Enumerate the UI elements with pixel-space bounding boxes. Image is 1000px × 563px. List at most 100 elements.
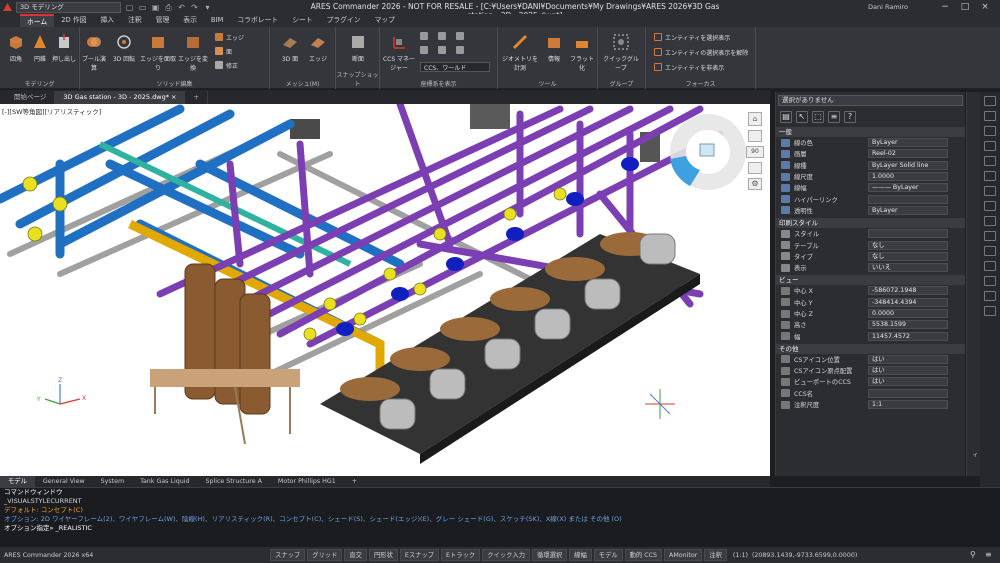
property-row[interactable]: CSアイコン原点配置 はい [776, 365, 965, 376]
panel-icon-7[interactable] [984, 186, 996, 196]
ccs-tool-4[interactable] [420, 45, 431, 55]
property-row[interactable]: 表示 いいえ [776, 262, 965, 273]
save-icon[interactable]: ▣ [151, 3, 160, 12]
property-row[interactable]: 線の色 ByLayer [776, 137, 965, 148]
property-row[interactable]: スタイル [776, 228, 965, 239]
section-button[interactable]: 断面 [344, 33, 372, 63]
property-row[interactable]: 透明性 ByLayer [776, 205, 965, 216]
new-tab-button[interactable]: + [185, 91, 208, 104]
mesh-edge-button[interactable]: エッジ [304, 33, 332, 63]
property-row[interactable]: ビューポートのCCS はい [776, 376, 965, 387]
ares-logo-icon[interactable] [0, 0, 14, 14]
status-toggle-button[interactable]: クイック入力 [482, 549, 530, 561]
property-value[interactable]: 1.0000 [868, 172, 948, 182]
add-layout-button[interactable]: + [344, 476, 365, 487]
zoom-value[interactable]: 90 [746, 146, 764, 158]
property-row[interactable]: タイプ なし [776, 251, 965, 262]
ccs-tool-5[interactable] [438, 45, 449, 55]
minimize-button[interactable]: − [938, 1, 952, 13]
3d-face-button[interactable]: 3D 面 [276, 33, 304, 63]
face-button[interactable]: 面 [215, 46, 232, 56]
property-row[interactable]: 幅 11457.4572 [776, 330, 965, 341]
show-selected-button[interactable]: エンティティを選択表示 [654, 32, 730, 42]
panel-icon-6[interactable] [984, 171, 996, 181]
close-tab-icon[interactable]: × [171, 93, 176, 101]
tab-sheet[interactable]: シート [285, 14, 319, 27]
property-row[interactable]: 中心 X -586072.1948 [776, 285, 965, 296]
property-value[interactable]: -586072.1948 [868, 286, 948, 296]
property-value[interactable]: Reel-02 [868, 149, 948, 159]
property-value[interactable]: なし [868, 240, 948, 250]
tab-bim[interactable]: BIM [204, 14, 231, 27]
panel-icon-3[interactable] [984, 126, 996, 136]
print-icon[interactable]: ⎙ [164, 3, 173, 12]
property-row[interactable]: 注釈尺度 1:1 [776, 399, 965, 410]
property-value[interactable]: 0.0000 [868, 309, 948, 318]
tab-model[interactable]: モデル [0, 476, 35, 487]
panel-icon-5[interactable] [984, 156, 996, 166]
property-value[interactable]: 5538.1599 [868, 320, 948, 330]
dropdown-icon[interactable]: ▾ [203, 3, 212, 12]
status-toggle-button[interactable]: 動的 CCS [624, 549, 663, 561]
boolean-button[interactable]: ブール演算 [80, 33, 108, 72]
tab-map[interactable]: マップ [368, 14, 402, 27]
property-value[interactable]: はい [868, 377, 948, 387]
panel-icon-2[interactable] [984, 111, 996, 121]
select-window-icon[interactable]: ⬚ [812, 111, 824, 123]
flatten-button[interactable]: フラット化 [568, 33, 596, 72]
property-row[interactable]: 画層 Reel-02 [776, 148, 965, 159]
tab-annotate[interactable]: 注釈 [121, 14, 149, 27]
close-button[interactable]: × [978, 1, 992, 13]
command-input[interactable]: オプション指定» _REALISTIC [0, 524, 1000, 533]
maximize-button[interactable]: □ [958, 1, 972, 13]
property-row[interactable]: 線尺度 1.0000 [776, 171, 965, 182]
panel-icon-14[interactable] [984, 291, 996, 301]
tab-general-view[interactable]: General View [35, 476, 93, 487]
tab-home[interactable]: ホーム [20, 14, 55, 27]
convert-edge-button[interactable]: エッジを変換 [176, 33, 210, 72]
property-row[interactable]: CCS名 [776, 388, 965, 399]
layers-icon[interactable]: ▤ [780, 111, 792, 123]
location-pin-icon[interactable]: ⚲ [970, 550, 978, 559]
status-toggle-button[interactable]: グリッド [307, 549, 343, 561]
property-value[interactable]: ——— ByLayer [868, 183, 948, 193]
tab-system[interactable]: System [93, 476, 132, 487]
tab-insert[interactable]: 挿入 [94, 14, 122, 27]
panel-icon-15[interactable] [984, 306, 996, 316]
status-toggle-button[interactable]: 直交 [344, 549, 367, 561]
annotation-scale[interactable]: (1:1) [733, 552, 748, 559]
property-value[interactable]: いいえ [868, 263, 948, 273]
home-view-icon[interactable]: ⌂ [748, 112, 762, 126]
user-name[interactable]: Dani Ramiro [868, 3, 908, 11]
property-row[interactable]: 中心 Y -348414.4394 [776, 297, 965, 308]
property-row[interactable]: 線幅 ——— ByLayer [776, 182, 965, 193]
property-row[interactable]: ハイパーリンク [776, 193, 965, 204]
property-value[interactable]: -348414.4394 [868, 297, 948, 307]
status-toggle-button[interactable]: スナップ [270, 549, 306, 561]
property-value[interactable] [868, 194, 948, 204]
panel-icon-11[interactable] [984, 246, 996, 256]
tab-splice-structure[interactable]: Splice Structure A [197, 476, 269, 487]
extrude-button[interactable]: 押し出し [50, 33, 78, 63]
property-row[interactable]: テーブル なし [776, 239, 965, 250]
property-value[interactable] [868, 229, 948, 239]
redo-icon[interactable]: ↷ [190, 3, 199, 12]
hide-entity-button[interactable]: エンティティを非表示 [654, 62, 724, 72]
section-other[interactable]: その他 [776, 343, 965, 354]
ccs-world-select[interactable]: CCS、ワールド [420, 62, 490, 72]
settings-gear-icon[interactable]: ⚙ [748, 178, 762, 190]
help-icon[interactable]: ? [844, 111, 856, 123]
panel-icon-10[interactable] [984, 231, 996, 241]
panel-icon-9[interactable] [984, 216, 996, 226]
tab-start-page[interactable]: 開始ページ [6, 91, 56, 104]
property-row[interactable]: CSアイコン位置 はい [776, 354, 965, 365]
property-row[interactable]: 高さ 5538.1599 [776, 319, 965, 330]
status-toggle-button[interactable]: 円形状 [368, 549, 398, 561]
tab-plugins[interactable]: プラグイン [320, 14, 368, 27]
panel-icon-12[interactable] [984, 261, 996, 271]
ccs-tool-6[interactable] [456, 45, 467, 55]
property-row[interactable]: 線種 ByLayer Solid line [776, 160, 965, 171]
panel-icon-1[interactable] [984, 96, 996, 106]
status-toggle-button[interactable]: 線幅 [569, 549, 592, 561]
property-value[interactable] [868, 388, 948, 398]
